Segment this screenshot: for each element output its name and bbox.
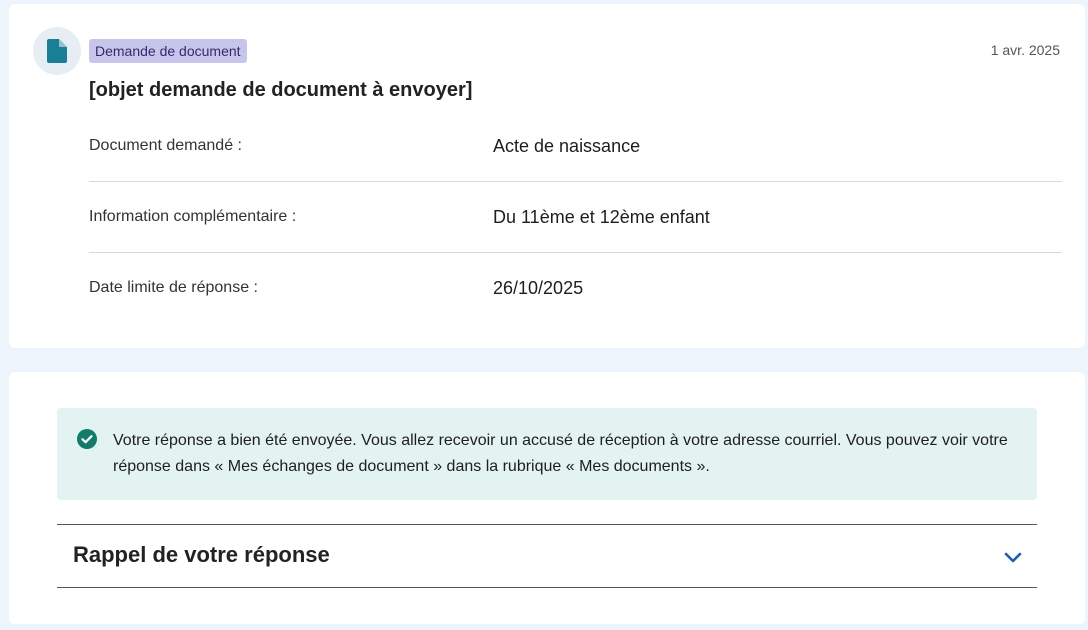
request-type-badge: Demande de document — [89, 39, 247, 63]
document-request-card: Demande de document 1 avr. 2025 [objet d… — [9, 4, 1085, 348]
success-message: Votre réponse a bien été envoyée. Vous a… — [113, 432, 1008, 475]
detail-row-additional-info: Information complémentaire : Du 11ème et… — [89, 182, 1062, 253]
check-circle-icon — [77, 429, 97, 449]
detail-label: Document demandé : — [89, 137, 242, 154]
request-date: 1 avr. 2025 — [990, 42, 1060, 58]
document-avatar — [33, 27, 81, 75]
request-details: Document demandé : Acte de naissance Inf… — [89, 111, 1062, 323]
detail-value: 26/10/2025 — [493, 277, 584, 298]
response-recall-accordion[interactable]: Rappel de votre réponse — [57, 524, 1037, 588]
request-title: [objet demande de document à envoyer] — [89, 79, 473, 101]
chevron-down-icon[interactable] — [1003, 547, 1023, 567]
accordion-title: Rappel de votre réponse — [73, 542, 330, 567]
detail-value: Acte de naissance — [493, 135, 641, 156]
detail-label: Date limite de réponse : — [89, 279, 258, 296]
detail-row-document: Document demandé : Acte de naissance — [89, 111, 1062, 182]
detail-row-deadline: Date limite de réponse : 26/10/2025 — [89, 253, 1062, 323]
response-card: Votre réponse a bien été envoyée. Vous a… — [9, 372, 1085, 624]
detail-value: Du 11ème et 12ème enfant — [493, 206, 710, 227]
detail-label: Information complémentaire : — [89, 208, 297, 225]
document-icon — [47, 39, 67, 63]
success-alert: Votre réponse a bien été envoyée. Vous a… — [57, 408, 1037, 500]
